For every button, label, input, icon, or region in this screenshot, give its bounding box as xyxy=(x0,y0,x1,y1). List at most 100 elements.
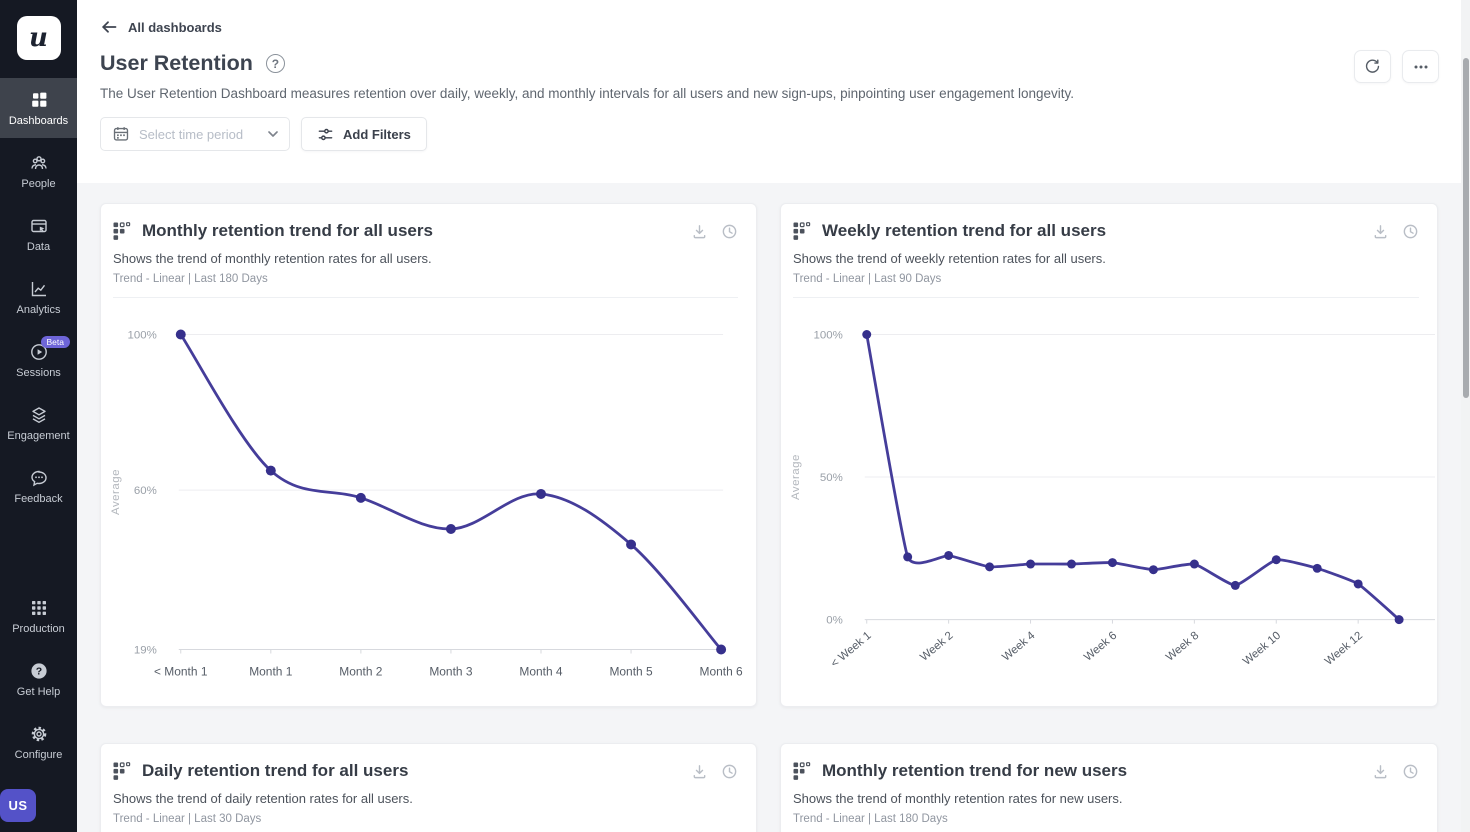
sidebar-nav: Dashboards People Data xyxy=(0,78,77,832)
sidebar-item-label: Data xyxy=(27,241,50,253)
sidebar-item-label: Production xyxy=(12,623,65,635)
card-title: Monthly retention trend for all users xyxy=(142,221,681,241)
monthly-retention-line-chart[interactable]: 100%60%19%Average< Month 1Month 1Month 2… xyxy=(101,298,756,696)
sidebar: u Dashboards People xyxy=(0,0,77,832)
svg-text:< Week 1: < Week 1 xyxy=(829,630,874,670)
page-header: All dashboards User Retention ? The User… xyxy=(77,0,1470,183)
sidebar-item-analytics[interactable]: Analytics xyxy=(0,267,77,327)
engagement-layers-icon xyxy=(29,405,49,425)
card-daily-retention-all-users: Daily retention trend for all users Show… xyxy=(100,743,757,832)
weekly-retention-line-chart[interactable]: 100%50%0%Average< Week 1Week 2Week 4Week… xyxy=(781,298,1437,696)
app-logo[interactable]: u xyxy=(17,16,61,60)
sidebar-item-data[interactable]: Data xyxy=(0,204,77,264)
sidebar-item-label: Feedback xyxy=(14,493,62,505)
sidebar-item-feedback[interactable]: Feedback xyxy=(0,456,77,516)
calendar-icon xyxy=(112,125,130,143)
card-meta: Trend - Linear | Last 180 Days xyxy=(793,813,1419,832)
people-icon xyxy=(29,153,49,173)
download-icon[interactable] xyxy=(691,763,708,780)
svg-text:Month 6: Month 6 xyxy=(700,664,744,678)
history-clock-icon[interactable] xyxy=(1402,223,1419,240)
dashboards-icon xyxy=(29,90,49,110)
history-clock-icon[interactable] xyxy=(721,223,738,240)
more-options-button[interactable] xyxy=(1402,50,1439,83)
filter-row: Select time period Add Filters xyxy=(100,117,1470,151)
back-label: All dashboards xyxy=(128,20,222,35)
page-description: The User Retention Dashboard measures re… xyxy=(100,86,1410,101)
title-help-icon[interactable]: ? xyxy=(266,54,285,73)
svg-text:Month 1: Month 1 xyxy=(249,664,293,678)
scrollbar-thumb[interactable] xyxy=(1463,58,1469,398)
sidebar-item-get-help[interactable]: ? Get Help xyxy=(0,649,77,709)
sidebar-item-label: Configure xyxy=(15,749,63,761)
history-clock-icon[interactable] xyxy=(1402,763,1419,780)
svg-text:< Month 1: < Month 1 xyxy=(154,664,208,678)
time-period-placeholder: Select time period xyxy=(139,127,259,142)
header-actions xyxy=(1354,50,1439,83)
history-clock-icon[interactable] xyxy=(721,763,738,780)
sidebar-item-label: Engagement xyxy=(7,430,69,442)
sidebar-item-label: Get Help xyxy=(17,686,60,698)
svg-text:Week 6: Week 6 xyxy=(1082,630,1119,664)
scrollbar xyxy=(1461,0,1470,832)
add-filters-button[interactable]: Add Filters xyxy=(301,117,427,151)
sessions-icon: Beta xyxy=(29,342,49,362)
card-meta: Trend - Linear | Last 180 Days xyxy=(113,273,738,298)
download-icon[interactable] xyxy=(691,223,708,240)
chevron-down-icon xyxy=(268,131,278,138)
card-subtitle: Shows the trend of weekly retention rate… xyxy=(793,251,1419,266)
card-title: Daily retention trend for all users xyxy=(142,761,681,781)
card-title: Monthly retention trend for new users xyxy=(822,761,1362,781)
data-icon xyxy=(29,216,49,236)
sidebar-item-sessions[interactable]: Beta Sessions xyxy=(0,330,77,390)
beta-badge: Beta xyxy=(41,336,71,349)
svg-text:Month 3: Month 3 xyxy=(429,664,473,678)
retention-grid-icon xyxy=(793,222,812,241)
sidebar-item-production[interactable]: Production xyxy=(0,586,77,646)
card-subtitle: Shows the trend of monthly retention rat… xyxy=(113,251,738,266)
svg-text:60%: 60% xyxy=(134,485,157,497)
sidebar-item-configure[interactable]: Configure xyxy=(0,712,77,772)
download-icon[interactable] xyxy=(1372,763,1389,780)
back-link[interactable]: All dashboards xyxy=(100,18,222,36)
time-period-select[interactable]: Select time period xyxy=(100,117,290,151)
svg-text:100%: 100% xyxy=(814,329,843,341)
svg-text:0%: 0% xyxy=(826,615,843,627)
svg-text:Week 12: Week 12 xyxy=(1323,630,1365,668)
card-meta: Trend - Linear | Last 30 Days xyxy=(113,813,738,832)
svg-text:100%: 100% xyxy=(128,329,157,341)
feedback-icon xyxy=(29,468,49,488)
svg-text:Week 2: Week 2 xyxy=(918,630,955,664)
retention-grid-icon xyxy=(113,762,132,781)
sidebar-item-label: Analytics xyxy=(16,304,60,316)
card-monthly-retention-all-users: Monthly retention trend for all users Sh… xyxy=(100,203,757,707)
gear-icon xyxy=(29,724,49,744)
svg-text:Month 2: Month 2 xyxy=(339,664,383,678)
svg-text:Week 4: Week 4 xyxy=(1000,629,1038,663)
svg-text:Average: Average xyxy=(110,469,122,515)
sidebar-item-people[interactable]: People xyxy=(0,141,77,201)
sidebar-item-label: Sessions xyxy=(16,367,61,379)
retention-grid-icon xyxy=(113,222,132,241)
card-meta: Trend - Linear | Last 90 Days xyxy=(793,273,1419,298)
help-circle-icon: ? xyxy=(29,661,49,681)
analytics-icon xyxy=(29,279,49,299)
svg-text:?: ? xyxy=(35,665,41,677)
dashboard-grid: Monthly retention trend for all users Sh… xyxy=(77,183,1470,832)
retention-grid-icon xyxy=(793,762,812,781)
download-icon[interactable] xyxy=(1372,223,1389,240)
card-subtitle: Shows the trend of daily retention rates… xyxy=(113,791,738,806)
sidebar-item-engagement[interactable]: Engagement xyxy=(0,393,77,453)
refresh-button[interactable] xyxy=(1354,50,1391,83)
card-monthly-retention-new-users: Monthly retention trend for new users Sh… xyxy=(780,743,1438,832)
svg-text:Month 4: Month 4 xyxy=(519,664,563,678)
sidebar-item-label: Dashboards xyxy=(9,115,68,127)
svg-text:Month 5: Month 5 xyxy=(609,664,653,678)
card-weekly-retention-all-users: Weekly retention trend for all users Sho… xyxy=(780,203,1438,707)
svg-text:Week 10: Week 10 xyxy=(1241,630,1283,668)
sidebar-spacer xyxy=(0,519,77,586)
user-avatar[interactable]: US xyxy=(0,789,36,822)
main-area: All dashboards User Retention ? The User… xyxy=(77,0,1470,832)
svg-text:50%: 50% xyxy=(820,472,843,484)
sidebar-item-dashboards[interactable]: Dashboards xyxy=(0,78,77,138)
